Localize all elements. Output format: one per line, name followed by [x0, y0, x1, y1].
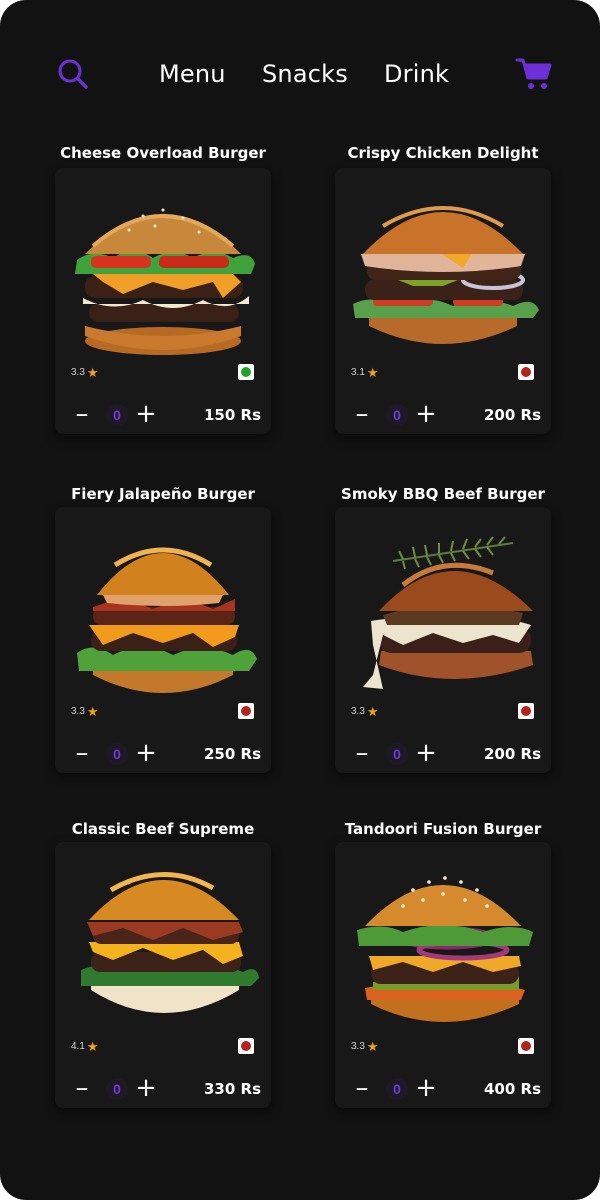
star-icon: ★	[366, 364, 379, 380]
rating-value: 4.1	[71, 1041, 85, 1052]
price: 200 Rs	[483, 745, 541, 763]
decrease-quantity-button[interactable]: –	[351, 1075, 373, 1101]
search-icon[interactable]	[55, 56, 91, 92]
star-icon: ★	[86, 364, 99, 380]
quantity-stepper: – 0 + 400 Rs	[351, 1075, 542, 1101]
app-screen: Menu Snacks Drink Cheese Overload Burger	[0, 0, 600, 1200]
quantity-stepper: – 0 + 150 Rs	[71, 401, 262, 427]
product-card-body[interactable]: 3.1 ★ – 0 + 200 Rs	[335, 168, 551, 434]
quantity-value: 0	[106, 743, 128, 765]
non-veg-indicator-icon	[518, 703, 534, 719]
quantity-value: 0	[386, 404, 408, 426]
burger-image	[353, 206, 539, 344]
quantity-stepper: – 0 + 200 Rs	[351, 740, 542, 766]
rating: 4.1 ★	[71, 1038, 99, 1054]
quantity-value: 0	[106, 1078, 128, 1100]
non-veg-indicator-icon	[238, 1038, 254, 1054]
rating: 3.3 ★	[351, 703, 379, 719]
star-icon: ★	[366, 703, 379, 719]
product-name: Classic Beef Supreme	[71, 820, 255, 838]
non-veg-indicator-icon	[518, 364, 534, 380]
nav-link-menu[interactable]: Menu	[159, 60, 226, 88]
decrease-quantity-button[interactable]: –	[351, 740, 373, 766]
decrease-quantity-button[interactable]: –	[71, 740, 93, 766]
burger-image	[77, 547, 257, 693]
decrease-quantity-button[interactable]: –	[71, 401, 93, 427]
quantity-value: 0	[106, 404, 128, 426]
price: 250 Rs	[203, 745, 261, 763]
increase-quantity-button[interactable]: +	[415, 740, 437, 766]
veg-indicator-icon	[238, 364, 254, 380]
rating-value: 3.1	[351, 367, 365, 378]
product-name: Smoky BBQ Beef Burger	[341, 485, 545, 503]
rating: 3.3 ★	[351, 1038, 379, 1054]
nav-link-drink[interactable]: Drink	[384, 60, 449, 88]
increase-quantity-button[interactable]: +	[415, 401, 437, 427]
increase-quantity-button[interactable]: +	[135, 1075, 157, 1101]
top-nav: Menu Snacks Drink	[0, 0, 600, 150]
price: 150 Rs	[203, 406, 261, 424]
product-card-body[interactable]: 3.3 ★ – 0 + 150 Rs	[55, 168, 271, 434]
star-icon: ★	[366, 1038, 379, 1054]
price: 400 Rs	[483, 1080, 541, 1098]
product-name: Cheese Overload Burger	[60, 144, 266, 162]
rating: 3.3 ★	[71, 703, 99, 719]
decrease-quantity-button[interactable]: –	[351, 401, 373, 427]
product-card-body[interactable]: 3.3 ★ – 0 + 250 Rs	[55, 507, 271, 773]
rating-value: 3.3	[71, 367, 85, 378]
nav-link-snacks[interactable]: Snacks	[262, 60, 348, 88]
product-card-body[interactable]: 4.1 ★ – 0 + 330 Rs	[55, 842, 271, 1108]
burger-image	[357, 876, 533, 1022]
non-veg-indicator-icon	[238, 703, 254, 719]
increase-quantity-button[interactable]: +	[135, 740, 157, 766]
rating-value: 3.3	[71, 706, 85, 717]
star-icon: ★	[86, 1038, 99, 1054]
burger-image	[81, 872, 259, 1013]
quantity-value: 0	[386, 1078, 408, 1100]
product-name: Tandoori Fusion Burger	[344, 820, 542, 838]
product-card-body[interactable]: 3.3 ★ – 0 + 400 Rs	[335, 842, 551, 1108]
increase-quantity-button[interactable]: +	[135, 401, 157, 427]
product-name: Fiery Jalapeño Burger	[71, 485, 255, 503]
rating-value: 3.3	[351, 1041, 365, 1052]
cart-icon[interactable]	[514, 56, 554, 92]
burger-image	[75, 208, 255, 355]
quantity-stepper: – 0 + 200 Rs	[351, 401, 542, 427]
quantity-value: 0	[386, 743, 408, 765]
non-veg-indicator-icon	[518, 1038, 534, 1054]
star-icon: ★	[86, 703, 99, 719]
decrease-quantity-button[interactable]: –	[71, 1075, 93, 1101]
product-name: Crispy Chicken Delight	[347, 144, 539, 162]
rating-value: 3.3	[351, 706, 365, 717]
increase-quantity-button[interactable]: +	[415, 1075, 437, 1101]
rating: 3.3 ★	[71, 364, 99, 380]
price: 200 Rs	[483, 406, 541, 424]
burger-image	[363, 536, 533, 689]
product-card-body[interactable]: 3.3 ★ – 0 + 200 Rs	[335, 507, 551, 773]
quantity-stepper: – 0 + 330 Rs	[71, 1075, 262, 1101]
quantity-stepper: – 0 + 250 Rs	[71, 740, 262, 766]
price: 330 Rs	[203, 1080, 261, 1098]
rating: 3.1 ★	[351, 364, 379, 380]
